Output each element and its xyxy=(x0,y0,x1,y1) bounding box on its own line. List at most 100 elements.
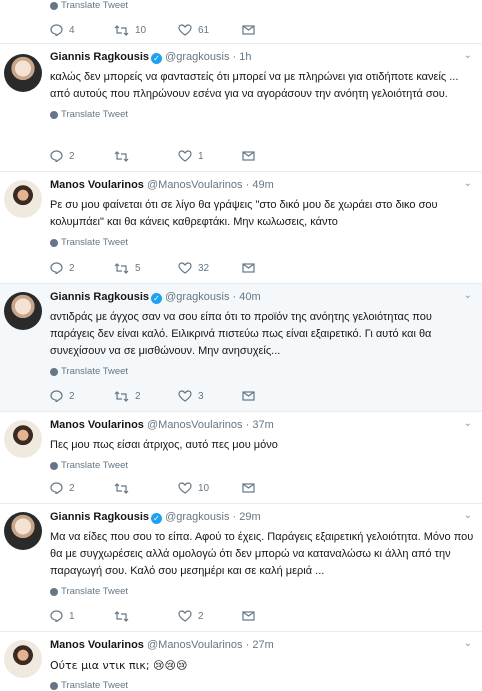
reply-icon xyxy=(50,610,63,622)
message-button[interactable] xyxy=(242,263,255,273)
author-name[interactable]: Giannis Ragkousis xyxy=(50,51,149,63)
retweet-icon xyxy=(114,24,129,36)
globe-icon xyxy=(50,367,58,376)
tweet-timestamp[interactable]: 49m xyxy=(252,179,273,191)
tweet-text: καλώς δεν μπορείς να φανταστείς ότι μπορ… xyxy=(50,71,459,100)
globe-icon xyxy=(50,587,58,596)
translate-tweet-link[interactable]: Translate Tweet xyxy=(50,109,474,120)
retweet-icon xyxy=(114,610,129,622)
heart-icon xyxy=(178,482,192,494)
reply-icon xyxy=(50,24,63,36)
tweet-timestamp[interactable]: 37m xyxy=(252,419,273,431)
tweet-text: αντιδράς με άγχος σαν να σου είπα ότι το… xyxy=(50,311,432,357)
reply-icon xyxy=(50,262,63,274)
retweet-icon xyxy=(114,262,129,274)
tweet[interactable]: ⌄ Giannis Ragkousis ✓ @gragkousis · 40m α… xyxy=(0,284,482,412)
like-button[interactable]: 3 xyxy=(178,390,242,402)
avatar[interactable] xyxy=(4,420,42,458)
like-button[interactable]: 61 xyxy=(178,24,242,36)
like-button[interactable]: 10 xyxy=(178,482,242,494)
reply-button[interactable]: 1 xyxy=(50,610,114,622)
tweet[interactable]: ⌄ Giannis Ragkousis ✓ @gragkousis · 1h κα… xyxy=(0,44,482,172)
reply-button[interactable]: 2 xyxy=(50,150,114,162)
tweet-text: Μα να είδες που σου το είπα. Αφού το έχε… xyxy=(50,531,474,577)
retweet-button[interactable] xyxy=(114,150,178,162)
author-handle[interactable]: @gragkousis xyxy=(165,51,229,63)
tweet-fragment-top: Translate Tweet 4 10 61 xyxy=(0,0,482,44)
tweet[interactable]: ⌄ Manos Voularinos @ManosVoularinos · 37… xyxy=(0,412,482,504)
tweet[interactable]: ⌄ Manos Voularinos @ManosVoularinos · 27… xyxy=(0,632,482,691)
retweet-icon xyxy=(114,482,129,494)
like-button[interactable]: 1 xyxy=(178,150,242,162)
translate-tweet-link[interactable]: Translate Tweet xyxy=(50,0,128,11)
retweet-button[interactable]: 10 xyxy=(114,25,178,36)
tweet-text: Πες μου πως είσαι άτριχος, αυτό πες μου … xyxy=(50,439,278,451)
like-button[interactable]: 2 xyxy=(178,610,242,622)
message-button[interactable] xyxy=(242,25,255,35)
retweet-button[interactable] xyxy=(114,482,178,494)
author-name[interactable]: Manos Voularinos xyxy=(50,419,144,431)
retweet-button[interactable]: 2 xyxy=(114,391,178,402)
author-name[interactable]: Giannis Ragkousis xyxy=(50,291,149,303)
heart-icon xyxy=(178,390,192,402)
translate-tweet-link[interactable]: Translate Tweet xyxy=(50,237,474,248)
envelope-icon xyxy=(242,263,255,273)
verified-badge-icon: ✓ xyxy=(151,513,163,524)
reply-button[interactable]: 4 xyxy=(50,24,114,36)
avatar[interactable] xyxy=(4,512,42,550)
tweet-timestamp[interactable]: 1h xyxy=(239,51,251,63)
tweet-text: Ούτε μια ντικ πικ; 😢😢😢 xyxy=(50,659,188,672)
envelope-icon xyxy=(242,391,255,401)
avatar[interactable] xyxy=(4,292,42,330)
message-button[interactable] xyxy=(242,391,255,401)
reply-icon xyxy=(50,390,63,402)
author-handle[interactable]: @ManosVoularinos xyxy=(147,419,243,431)
avatar[interactable] xyxy=(4,180,42,218)
verified-badge-icon: ✓ xyxy=(151,53,163,64)
tweet[interactable]: ⌄ Manos Voularinos @ManosVoularinos · 49… xyxy=(0,172,482,284)
reply-button[interactable]: 2 xyxy=(50,262,114,274)
reply-button[interactable]: 2 xyxy=(50,482,114,494)
author-name[interactable]: Manos Voularinos xyxy=(50,639,144,651)
message-button[interactable] xyxy=(242,151,255,161)
retweet-icon xyxy=(114,390,129,402)
globe-icon xyxy=(50,238,58,247)
tweet[interactable]: ⌄ Giannis Ragkousis ✓ @gragkousis · 29m Μ… xyxy=(0,504,482,632)
author-name[interactable]: Giannis Ragkousis xyxy=(50,511,149,523)
heart-icon xyxy=(178,610,192,622)
author-name[interactable]: Manos Voularinos xyxy=(50,179,144,191)
translate-tweet-link[interactable]: Translate Tweet xyxy=(50,586,474,597)
globe-icon xyxy=(50,461,58,470)
author-handle[interactable]: @gragkousis xyxy=(165,291,229,303)
tweet-timestamp[interactable]: 40m xyxy=(239,291,260,303)
translate-tweet-link[interactable]: Translate Tweet xyxy=(50,366,474,377)
verified-badge-icon: ✓ xyxy=(151,293,163,304)
message-button[interactable] xyxy=(242,611,255,621)
tweet-text: Ρε συ μου φαίνεται ότι σε λίγο θα γράψει… xyxy=(50,199,438,228)
avatar[interactable] xyxy=(4,54,42,92)
envelope-icon xyxy=(242,611,255,621)
translate-tweet-link[interactable]: Translate Tweet xyxy=(50,680,474,691)
globe-icon xyxy=(50,1,58,10)
tweet-timestamp[interactable]: 29m xyxy=(239,511,260,523)
translate-tweet-link[interactable]: Translate Tweet xyxy=(50,460,474,471)
reply-button[interactable]: 2 xyxy=(50,390,114,402)
heart-icon xyxy=(178,262,192,274)
like-button[interactable]: 32 xyxy=(178,262,242,274)
author-handle[interactable]: @gragkousis xyxy=(165,511,229,523)
author-handle[interactable]: @ManosVoularinos xyxy=(147,639,243,651)
retweet-icon xyxy=(114,150,129,162)
globe-icon xyxy=(50,110,58,119)
reply-icon xyxy=(50,482,63,494)
retweet-button[interactable]: 5 xyxy=(114,263,178,274)
avatar[interactable] xyxy=(4,640,42,678)
tweet-timestamp[interactable]: 27m xyxy=(252,639,273,651)
retweet-button[interactable] xyxy=(114,610,178,622)
heart-icon xyxy=(178,24,192,36)
envelope-icon xyxy=(242,483,255,493)
heart-icon xyxy=(178,150,192,162)
envelope-icon xyxy=(242,25,255,35)
author-handle[interactable]: @ManosVoularinos xyxy=(147,179,243,191)
message-button[interactable] xyxy=(242,483,255,493)
reply-icon xyxy=(50,150,63,162)
